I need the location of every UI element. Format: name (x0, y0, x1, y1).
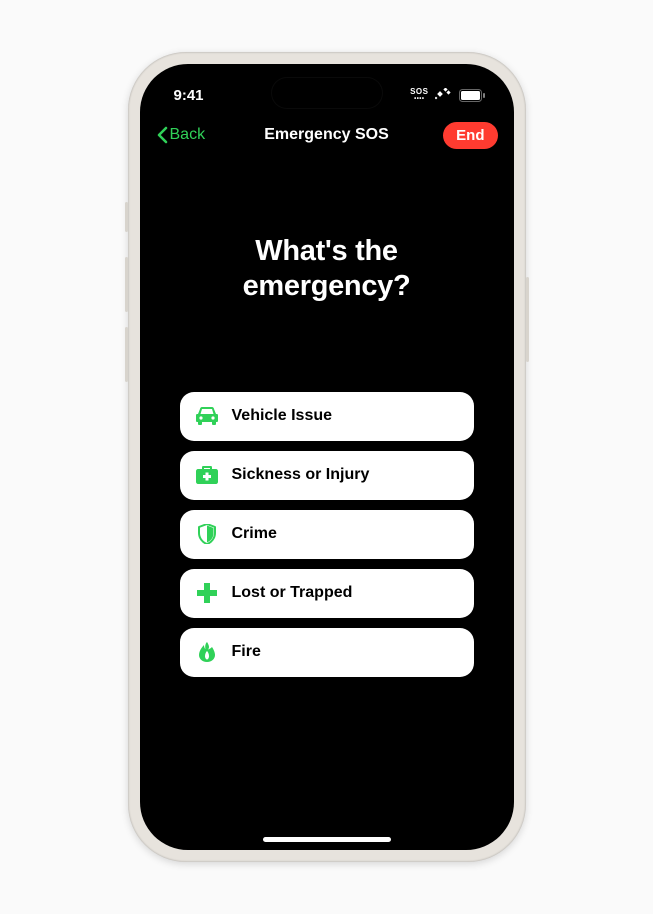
emergency-options: Vehicle Issue Sickness or Injury (180, 392, 474, 677)
option-label: Lost or Trapped (232, 584, 353, 602)
end-button[interactable]: End (443, 122, 497, 149)
sos-indicator: SOS •••• (410, 88, 428, 102)
content: What's the emergency? Vehicle Issue (140, 156, 514, 850)
battery-icon (459, 89, 486, 102)
flame-icon (196, 641, 218, 663)
volume-down-button (125, 327, 128, 382)
screen: 9:41 SOS •••• (140, 64, 514, 850)
medkit-icon (196, 464, 218, 486)
satellite-icon (435, 88, 453, 102)
back-label: Back (170, 126, 206, 144)
home-indicator[interactable] (263, 837, 391, 842)
plus-icon (196, 582, 218, 604)
option-label: Crime (232, 525, 277, 543)
power-button (526, 277, 529, 362)
sos-label: SOS (410, 88, 428, 96)
option-crime[interactable]: Crime (180, 510, 474, 559)
car-icon (196, 405, 218, 427)
option-vehicle-issue[interactable]: Vehicle Issue (180, 392, 474, 441)
shield-icon (196, 523, 218, 545)
option-sickness-injury[interactable]: Sickness or Injury (180, 451, 474, 500)
silent-switch (125, 202, 128, 232)
phone-frame: 9:41 SOS •••• (128, 52, 526, 862)
clock: 9:41 (174, 87, 204, 104)
option-lost-trapped[interactable]: Lost or Trapped (180, 569, 474, 618)
volume-up-button (125, 257, 128, 312)
option-fire[interactable]: Fire (180, 628, 474, 677)
option-label: Vehicle Issue (232, 407, 333, 425)
back-button[interactable]: Back (156, 126, 206, 144)
option-label: Sickness or Injury (232, 466, 370, 484)
option-label: Fire (232, 643, 261, 661)
chevron-left-icon (156, 126, 168, 144)
status-right: SOS •••• (410, 88, 485, 102)
nav-bar: Back Emergency SOS End (140, 114, 514, 156)
heading: What's the emergency? (180, 234, 474, 304)
page-title: Emergency SOS (264, 126, 389, 144)
dynamic-island (272, 78, 382, 108)
sos-dots-icon: •••• (414, 96, 424, 102)
